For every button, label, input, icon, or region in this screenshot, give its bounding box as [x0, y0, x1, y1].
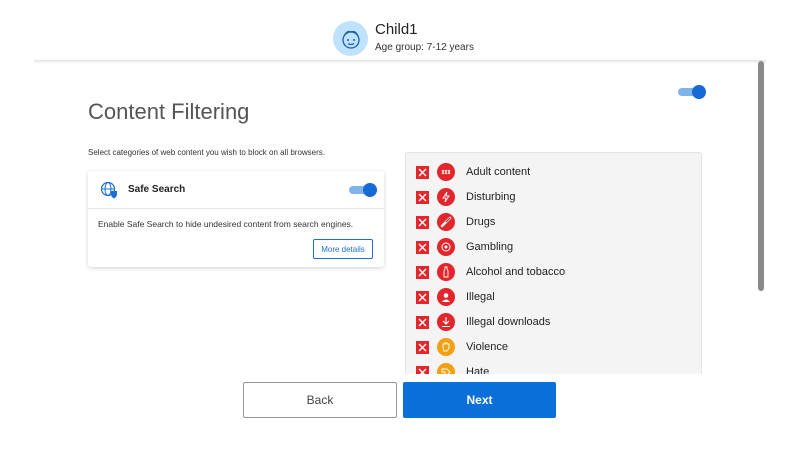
- child-face-icon: [341, 30, 360, 49]
- hate-icon: [437, 363, 455, 374]
- child-age-group: Age group: 7-12 years: [375, 42, 474, 53]
- child-name: Child1: [375, 21, 418, 38]
- category-item[interactable]: Disturbing: [416, 187, 696, 207]
- wizard-footer: Back Next: [0, 374, 800, 450]
- intro-text: Select categories of web content you wis…: [88, 148, 326, 157]
- category-item[interactable]: Drugs: [416, 212, 696, 232]
- gambling-icon: [437, 238, 455, 256]
- category-item[interactable]: Illegal: [416, 287, 696, 307]
- category-list: Adult content Disturbing Drugs Gambling …: [405, 152, 702, 374]
- blocked-checkbox[interactable]: [416, 291, 429, 304]
- drugs-icon: [437, 213, 455, 231]
- download-icon: [437, 313, 455, 331]
- adult-icon: [437, 163, 455, 181]
- category-item[interactable]: Adult content: [416, 162, 696, 182]
- category-label: Adult content: [466, 166, 531, 178]
- next-button[interactable]: Next: [403, 382, 556, 418]
- category-label: Violence: [466, 341, 508, 353]
- alcohol-icon: [437, 263, 455, 281]
- category-label: Drugs: [466, 216, 496, 228]
- violence-icon: [437, 338, 455, 356]
- more-details-button[interactable]: More details: [313, 239, 373, 259]
- category-label: Gambling: [466, 241, 514, 253]
- safe-search-description: Enable Safe Search to hide undesired con…: [98, 219, 354, 229]
- illegal-icon: [437, 288, 455, 306]
- category-item[interactable]: Hate: [416, 362, 696, 374]
- back-button[interactable]: Back: [243, 382, 397, 418]
- blocked-checkbox[interactable]: [416, 191, 429, 204]
- blocked-checkbox[interactable]: [416, 241, 429, 254]
- content-top-shadow: [34, 60, 766, 64]
- category-item[interactable]: Illegal downloads: [416, 312, 696, 332]
- safe-search-toggle[interactable]: [349, 183, 377, 197]
- blocked-checkbox[interactable]: [416, 166, 429, 179]
- category-label: Illegal downloads: [466, 316, 551, 328]
- blocked-checkbox[interactable]: [416, 216, 429, 229]
- category-label: Hate: [466, 366, 490, 374]
- category-item[interactable]: Violence: [416, 337, 696, 357]
- blocked-checkbox[interactable]: [416, 266, 429, 279]
- blocked-checkbox[interactable]: [416, 316, 429, 329]
- category-label: Alcohol and tobacco: [466, 266, 566, 278]
- page-title: Content Filtering: [88, 99, 250, 124]
- category-label: Illegal: [466, 291, 495, 303]
- category-item[interactable]: Gambling: [416, 237, 696, 257]
- safe-search-title: Safe Search: [128, 184, 186, 195]
- scrollbar[interactable]: [758, 61, 764, 291]
- globe-shield-icon: [100, 181, 117, 199]
- disturbing-icon: [437, 188, 455, 206]
- content-filtering-panel[interactable]: Content Filtering Select categories of w…: [34, 60, 766, 374]
- category-label: Disturbing: [466, 191, 516, 203]
- category-item[interactable]: Alcohol and tobacco: [416, 262, 696, 282]
- safe-search-card: Safe Search Enable Safe Search to hide u…: [88, 171, 384, 267]
- child-avatar: [333, 21, 368, 56]
- profile-header: Child1 Age group: 7-12 years: [0, 0, 800, 60]
- blocked-checkbox[interactable]: [416, 341, 429, 354]
- blocked-checkbox[interactable]: [416, 366, 429, 374]
- content-filtering-toggle[interactable]: [678, 85, 706, 99]
